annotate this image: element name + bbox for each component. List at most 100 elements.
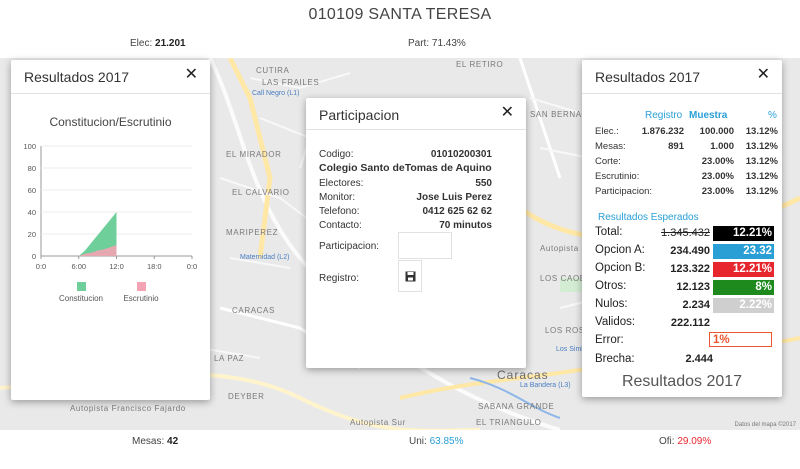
- elec-label: Elec:: [130, 38, 153, 49]
- esperados-row-label: Otros:: [595, 280, 627, 292]
- stats-row-label: Elec.:: [595, 126, 619, 137]
- monitor-value: Jose Luis Perez: [416, 192, 492, 203]
- chart-x-tick-label: 6:00: [71, 262, 86, 271]
- panel-title: Participacion: [319, 107, 400, 123]
- stats-row-registro: 1.876.232: [641, 126, 684, 137]
- participacion-input[interactable]: [398, 232, 452, 259]
- legend-swatch: [136, 282, 146, 291]
- stats-row-muestra: 23.00%: [701, 156, 734, 167]
- chart-y-tick-label: 80: [28, 164, 36, 173]
- uni-label: Uni:: [409, 436, 427, 447]
- chart-y-tick-label: 40: [28, 208, 36, 217]
- col-header-muestra: Muestra: [689, 110, 728, 121]
- error-label: Error:: [595, 334, 624, 346]
- uni-value: 63.85%: [429, 436, 464, 447]
- floppy-disk-icon: [405, 271, 415, 281]
- panel-title: Resultados 2017: [595, 69, 701, 85]
- close-icon[interactable]: ✕: [757, 67, 770, 83]
- electores-label: Electores:: [319, 178, 364, 189]
- chart-y-tick-label: 100: [23, 142, 36, 151]
- esperados-row-pct: 12.21%: [713, 262, 774, 277]
- stats-row-pct: 13.12%: [745, 141, 778, 152]
- panel-header: Resultados 2017 ✕: [582, 60, 782, 94]
- esperados-row-pct: 8%: [713, 280, 774, 295]
- close-icon[interactable]: ✕: [501, 105, 514, 121]
- mesas-label: Mesas:: [132, 436, 165, 447]
- esperados-row-value: 2.234: [682, 299, 710, 311]
- map-label: LAS FRAILES: [262, 78, 320, 87]
- telefono-value: 0412 625 62 62: [422, 206, 492, 217]
- chart-y-tick-label: 60: [28, 186, 36, 195]
- elec-value: 21.201: [155, 38, 186, 49]
- map-label: CARACAS: [232, 306, 275, 315]
- registro-label: Registro:: [319, 273, 360, 284]
- panel-title: Resultados 2017: [24, 69, 130, 85]
- legend-escrutinio: Escrutinio: [111, 282, 171, 303]
- colegio-name: Colegio Santo deTomas de Aquino: [319, 162, 492, 174]
- legend-constitucion: Constitucion: [51, 282, 111, 303]
- stats-row-label: Participacion:: [595, 186, 653, 197]
- stats-row-muestra: 23.00%: [701, 186, 734, 197]
- part-stat: Part: 71.43%: [408, 38, 466, 49]
- brecha-value: 2.444: [685, 353, 713, 365]
- map-label: SABANA GRANDE: [478, 402, 555, 411]
- page-title: 010109 SANTA TERESA: [308, 6, 492, 23]
- brecha-label: Brecha:: [595, 353, 635, 365]
- stats-row-pct: 13.12%: [745, 156, 778, 167]
- esperados-row-value: 123.322: [670, 263, 710, 275]
- chart-y-tick-label: 0: [32, 252, 36, 261]
- map-label: DEYBER: [228, 392, 265, 401]
- esperados-row-label: Nulos:: [595, 298, 628, 310]
- map-label: CUTIRA: [256, 66, 290, 75]
- chart-y-tick-label: 20: [28, 230, 36, 239]
- map-poi: Maternidad (L2): [240, 254, 290, 261]
- ofi-value: 29.09%: [677, 436, 712, 447]
- esperados-row-pct: 23.32: [713, 244, 774, 259]
- close-icon[interactable]: ✕: [185, 67, 198, 83]
- participacion-label: Participacion:: [319, 241, 380, 252]
- esperados-row-pct: 2.22%: [713, 298, 774, 313]
- map-label-city: Caracas: [497, 368, 549, 382]
- save-button[interactable]: [398, 260, 422, 292]
- results-summary-panel: Resultados 2017 ✕ Registro Muestra % Ele…: [582, 60, 782, 397]
- panel-header: Participacion ✕: [306, 98, 526, 130]
- map-label: MARIPEREZ: [226, 228, 279, 237]
- part-label: Part:: [408, 38, 430, 49]
- col-header-pct: %: [768, 110, 777, 121]
- chart-x-tick-label: 18:0: [147, 262, 162, 271]
- stats-row-registro: 891: [668, 141, 684, 152]
- mesas-value: 42: [167, 436, 179, 447]
- esperados-row-value: 1.345.432: [661, 227, 710, 239]
- monitor-label: Monitor:: [319, 192, 356, 203]
- esperados-title: Resultados Esperados: [598, 212, 699, 223]
- contacto-value: 70 minutos: [439, 220, 492, 231]
- stats-row-muestra: 1.000: [710, 141, 734, 152]
- chart-x-tick-label: 12:0: [109, 262, 124, 271]
- esperados-row-label: Total:: [595, 226, 623, 238]
- chart-title: Constitucion/Escrutinio: [49, 115, 172, 129]
- chart-x-tick-label: 0:0: [187, 262, 197, 271]
- esperados-row-label: Opcion A:: [595, 244, 645, 256]
- ofi-stat: Ofi: 29.09%: [659, 436, 711, 447]
- map-label: EL TRIANGULO: [476, 418, 542, 427]
- error-value[interactable]: 1%: [709, 332, 772, 347]
- stats-row-pct: 13.12%: [745, 171, 778, 182]
- esperados-row-pct: 12.21%: [713, 226, 774, 241]
- stats-row-pct: 13.12%: [745, 126, 778, 137]
- esperados-row-value: 222.112: [670, 317, 710, 329]
- stats-row-muestra: 100.000: [699, 126, 734, 137]
- stats-row-label: Escrutinio:: [595, 171, 640, 182]
- stats-row-muestra: 23.00%: [701, 171, 734, 182]
- uni-stat: Uni: 63.85%: [409, 436, 464, 447]
- esperados-row-value: 12.123: [676, 281, 710, 293]
- codigo-label: Codigo:: [319, 149, 354, 160]
- telefono-label: Telefono:: [319, 206, 360, 217]
- map-label: EL CALVARIO: [232, 188, 290, 197]
- participacion-panel: Participacion ✕ Codigo: 01010200301 Cole…: [306, 98, 526, 368]
- legend-label: Constitucion: [58, 294, 104, 303]
- esperados-row-label: Validos:: [595, 316, 636, 328]
- stats-row-pct: 13.12%: [745, 186, 778, 197]
- map-label: EL MIRADOR: [226, 150, 282, 159]
- legend-swatch: [76, 282, 86, 291]
- ofi-label: Ofi:: [659, 436, 675, 447]
